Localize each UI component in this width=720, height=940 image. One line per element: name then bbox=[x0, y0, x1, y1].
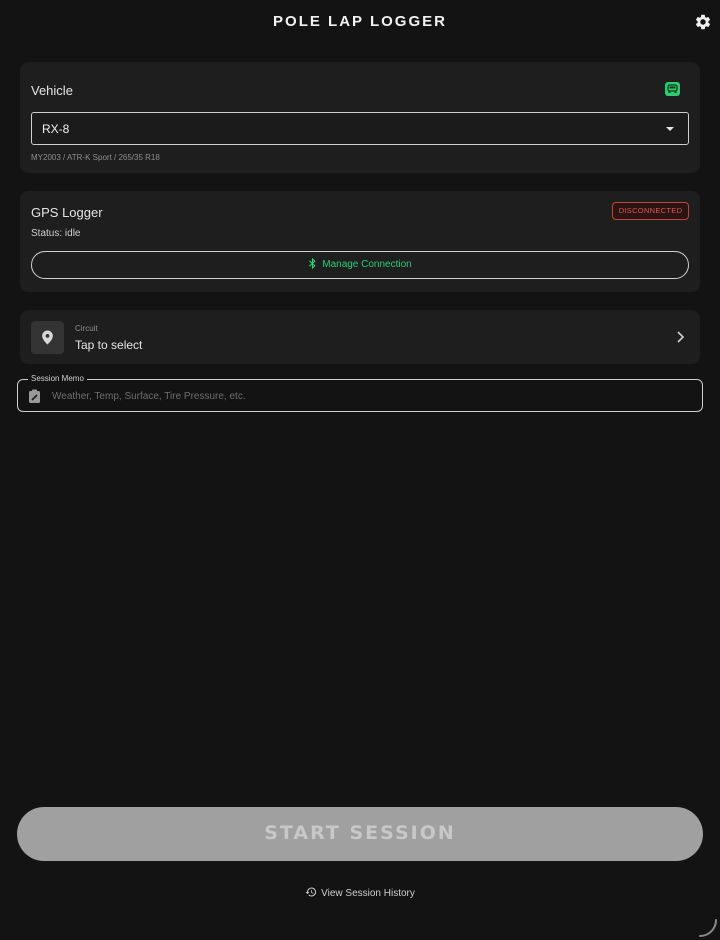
memo-icon bbox=[29, 389, 40, 403]
view-session-history-label: View Session History bbox=[321, 888, 415, 899]
history-icon bbox=[305, 887, 317, 897]
loading-spinner-icon bbox=[699, 919, 717, 937]
gps-card-title: GPS Logger bbox=[31, 205, 103, 220]
gps-status-text: Status: idle bbox=[31, 228, 81, 239]
start-session-button[interactable]: START SESSION bbox=[17, 807, 703, 861]
manage-connection-label: Manage Connection bbox=[322, 259, 412, 270]
vehicle-spec: MY2003 / ATR-K Sport / 265/35 R18 bbox=[31, 153, 160, 162]
session-memo-field[interactable]: Session Memo bbox=[17, 374, 703, 412]
manage-connection-button[interactable]: Manage Connection bbox=[31, 251, 689, 279]
connection-status-badge: DISCONNECTED bbox=[612, 202, 689, 220]
circuit-label: Circuit bbox=[75, 324, 98, 333]
vehicle-select-value: RX-8 bbox=[42, 122, 70, 136]
circuit-icon-box bbox=[31, 321, 64, 354]
app-title: POLE LAP LOGGER bbox=[273, 13, 447, 30]
car-icon bbox=[667, 84, 678, 93]
view-session-history-link[interactable]: View Session History bbox=[0, 887, 720, 899]
vehicle-select[interactable]: RX-8 bbox=[31, 112, 689, 145]
settings-button[interactable] bbox=[694, 13, 712, 31]
location-pin-icon bbox=[42, 330, 53, 345]
vehicle-badge bbox=[665, 82, 680, 96]
start-session-label: START SESSION bbox=[264, 822, 456, 844]
app-header: POLE LAP LOGGER bbox=[0, 0, 720, 46]
vehicle-card-title: Vehicle bbox=[31, 83, 73, 98]
bluetooth-icon bbox=[309, 257, 316, 269]
circuit-value: Tap to select bbox=[75, 338, 143, 352]
caret-down-icon bbox=[666, 127, 674, 131]
chevron-right-icon bbox=[677, 331, 685, 343]
session-memo-label: Session Memo bbox=[28, 374, 87, 383]
gear-icon bbox=[695, 14, 711, 30]
vehicle-card: Vehicle RX-8 MY2003 / ATR-K Sport / 265/… bbox=[20, 62, 700, 173]
session-memo-input[interactable] bbox=[52, 384, 692, 408]
circuit-selector[interactable]: Circuit Tap to select bbox=[20, 310, 700, 364]
manage-connection-content: Manage Connection bbox=[32, 257, 688, 270]
gps-logger-card: GPS Logger DISCONNECTED Status: idle Man… bbox=[20, 191, 700, 292]
